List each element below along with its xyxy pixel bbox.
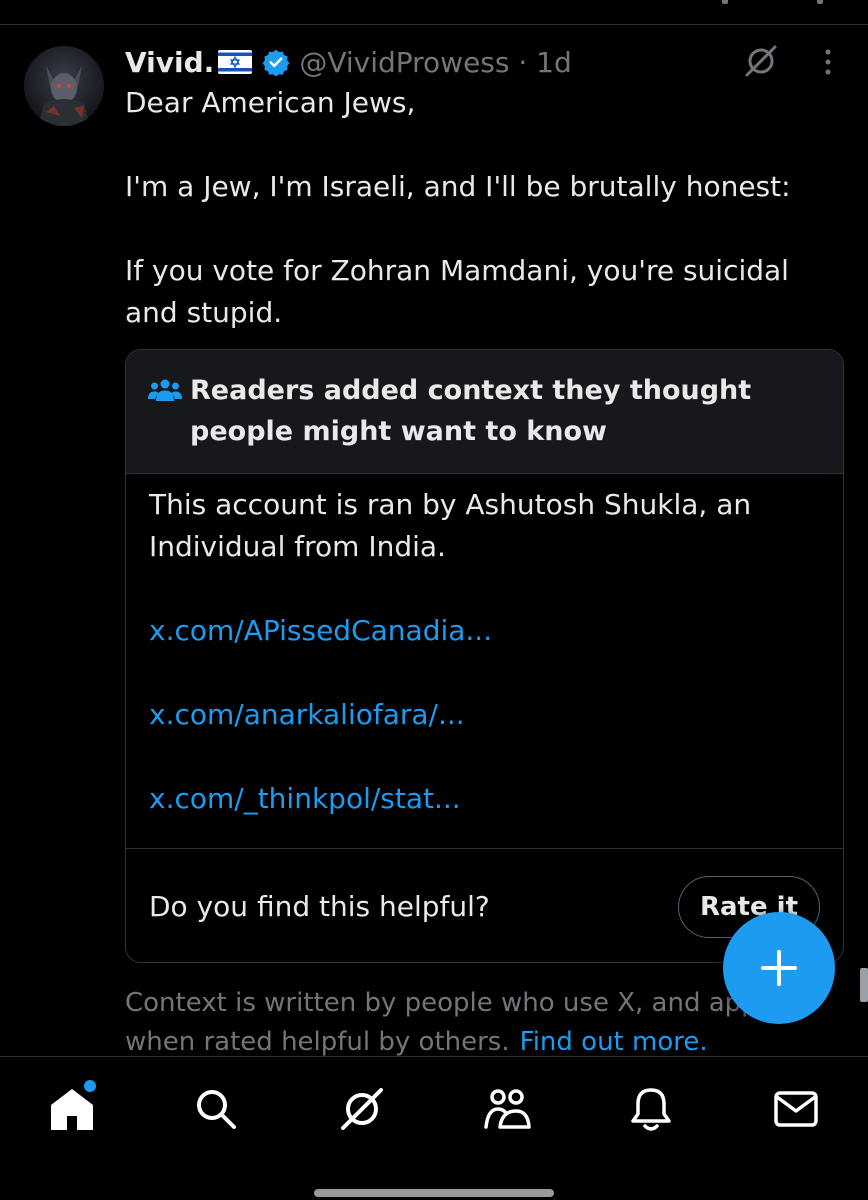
scrollbar[interactable] [860, 968, 868, 1002]
plus-icon [761, 950, 797, 986]
unread-indicator [84, 1080, 96, 1092]
grok-icon[interactable] [338, 1085, 386, 1133]
display-name[interactable]: Vivid. [125, 46, 214, 79]
note-source-link[interactable]: x.com/APissedCanadia... [149, 610, 819, 652]
note-source-link[interactable]: x.com/_thinkpol/stat... [149, 778, 819, 820]
post-text-line: If you vote for Zohran Mamdani, you're s… [125, 254, 789, 287]
community-note-body: This account is ran by Ashutosh Shukla, … [149, 484, 819, 820]
more-options-icon[interactable] [816, 46, 840, 78]
divider [126, 848, 843, 849]
community-note-card: Readers added context they thought peopl… [125, 349, 844, 963]
verified-badge-icon [262, 48, 290, 77]
helpful-question: Do you find this helpful? [149, 890, 490, 923]
home-gesture-bar[interactable] [314, 1189, 554, 1197]
israel-flag-icon [218, 50, 253, 74]
top-icon-fragment [817, 0, 823, 4]
avatar[interactable] [24, 46, 104, 126]
note-source-link[interactable]: x.com/anarkaliofara/... [149, 694, 819, 736]
readers-icon [148, 378, 182, 404]
messages-icon[interactable] [772, 1085, 820, 1133]
grok-icon[interactable] [743, 43, 779, 79]
post-text: Dear American Jews, I'm a Jew, I'm Israe… [125, 82, 845, 334]
compose-button[interactable] [723, 912, 835, 1024]
community-note-header: Readers added context they thought peopl… [126, 350, 843, 474]
handle-and-time[interactable]: @VividProwess · 1d [299, 46, 571, 79]
notifications-icon[interactable] [627, 1085, 675, 1133]
post-text-line: Dear American Jews, [125, 86, 416, 119]
top-icon-fragment [722, 0, 728, 4]
find-out-more-link[interactable]: Find out more. [520, 1027, 708, 1057]
home-icon[interactable] [48, 1085, 96, 1133]
context-footer-line: when rated helpful by others. [125, 1027, 510, 1057]
top-divider [0, 24, 868, 25]
post-text-line: and stupid. [125, 296, 283, 329]
community-note-text: This account is ran by Ashutosh Shukla, … [149, 488, 752, 563]
communities-icon[interactable] [483, 1085, 531, 1133]
bottom-nav [0, 1056, 868, 1200]
search-icon[interactable] [192, 1085, 240, 1133]
post-header: Vivid. @VividProwess · 1d [125, 44, 572, 80]
community-note-title: Readers added context they thought peopl… [190, 375, 752, 447]
post-text-line: I'm a Jew, I'm Israeli, and I'll be brut… [125, 170, 791, 203]
